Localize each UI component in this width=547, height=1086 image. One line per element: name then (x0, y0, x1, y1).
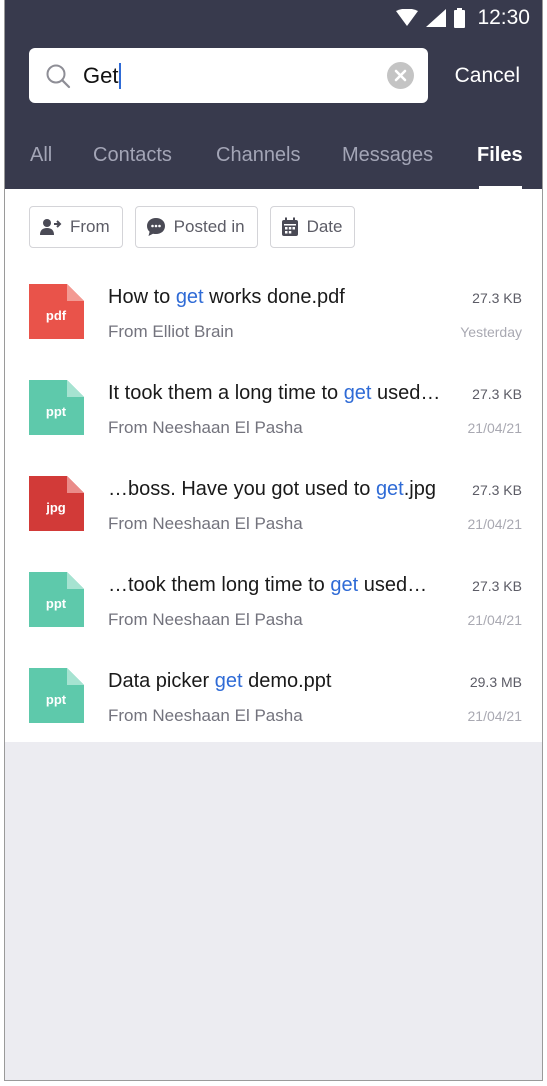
filter-date-label: Date (306, 217, 343, 236)
ppt-file-icon: ppt (29, 380, 84, 435)
file-size: 27.3 KB (472, 482, 522, 498)
file-title: …boss. Have you got used to get.jpg (108, 478, 436, 500)
file-date: 21/04/21 (467, 612, 523, 628)
search-header: 12:30 Get Cancel All Contacts Channels M… (5, 0, 542, 189)
filter-from-label: From (70, 217, 110, 236)
file-date: 21/04/21 (467, 708, 523, 724)
search-tabs: All Contacts Channels Messages Files (5, 128, 542, 189)
file-title: Data picker get demo.ppt (108, 670, 332, 692)
tab-files[interactable]: Files (477, 144, 523, 167)
file-title: It took them a long time to get used… (108, 382, 441, 404)
file-title: How to get works done.pdf (108, 286, 345, 308)
wifi-icon (396, 9, 419, 26)
tab-messages[interactable]: Messages (342, 144, 433, 167)
tab-all[interactable]: All (30, 144, 52, 167)
file-row[interactable]: ppt Data picker get demo.ppt From Neesha… (5, 648, 542, 744)
status-bar: 12:30 (396, 0, 530, 36)
svg-text:pdf: pdf (46, 308, 67, 323)
file-sender: From Elliot Brain (108, 322, 234, 341)
ppt-file-icon: ppt (29, 668, 84, 723)
calendar-icon (281, 217, 298, 236)
file-sender: From Neeshaan El Pasha (108, 706, 303, 725)
file-date: Yesterday (460, 324, 522, 340)
file-row[interactable]: pdf How to get works done.pdf From Ellio… (5, 264, 542, 360)
file-sender: From Neeshaan El Pasha (108, 418, 303, 437)
file-size: 27.3 KB (472, 386, 522, 402)
filter-posted-in-button[interactable]: Posted in (134, 206, 258, 248)
filter-date-button[interactable]: Date (269, 206, 356, 248)
clear-icon[interactable] (387, 62, 414, 89)
filter-bar: From Posted in Date (29, 206, 356, 248)
status-time: 12:30 (477, 6, 530, 29)
file-size: 27.3 KB (472, 578, 522, 594)
file-date: 21/04/21 (467, 516, 523, 532)
cancel-button[interactable]: Cancel (455, 64, 522, 88)
file-sender: From Neeshaan El Pasha (108, 514, 303, 533)
app-screen: 12:30 Get Cancel All Contacts Channels M… (4, 0, 543, 1081)
file-size: 29.3 MB (469, 674, 522, 690)
files-results: From Posted in Date pdf How to get works… (5, 189, 542, 742)
person-arrow-icon (40, 219, 62, 235)
svg-text:ppt: ppt (46, 596, 67, 611)
file-row[interactable]: jpg …boss. Have you got used to get.jpg … (5, 456, 542, 552)
file-size: 27.3 KB (472, 290, 522, 306)
filter-posted-in-label: Posted in (173, 217, 245, 236)
ppt-file-icon: ppt (29, 572, 84, 627)
file-sender: From Neeshaan El Pasha (108, 610, 303, 629)
tab-channels[interactable]: Channels (216, 144, 301, 167)
file-row[interactable]: ppt It took them a long time to get used… (5, 360, 542, 456)
svg-text:jpg: jpg (45, 500, 66, 515)
file-row[interactable]: ppt …took them long time to get used… Fr… (5, 552, 542, 648)
signal-icon (426, 9, 447, 27)
search-icon (46, 64, 71, 88)
search-row: Get Cancel (29, 48, 522, 103)
chat-bubble-icon (146, 218, 165, 236)
svg-text:ppt: ppt (46, 692, 67, 707)
tab-contacts[interactable]: Contacts (93, 144, 172, 167)
file-date: 21/04/21 (467, 420, 523, 436)
battery-icon (454, 8, 466, 28)
file-list: pdf How to get works done.pdf From Ellio… (5, 264, 542, 744)
file-title: …took them long time to get used… (108, 574, 428, 596)
pdf-file-icon: pdf (29, 284, 84, 339)
search-input[interactable]: Get (29, 48, 428, 103)
filter-from-button[interactable]: From (29, 206, 123, 248)
jpg-file-icon: jpg (29, 476, 84, 531)
text-cursor (119, 62, 122, 89)
svg-text:ppt: ppt (46, 404, 67, 419)
search-query: Get (83, 62, 119, 88)
